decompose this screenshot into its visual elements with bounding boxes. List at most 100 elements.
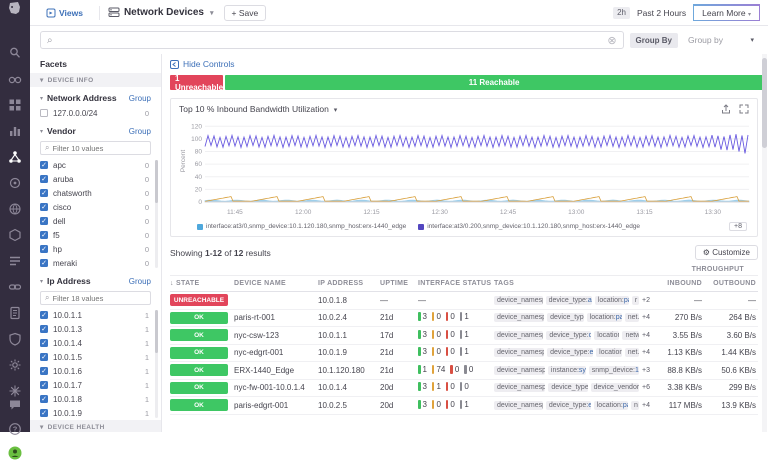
table-row[interactable]: OK paris-rt-001 10.0.2.4 21d 3 0 0 1 device_name… (170, 310, 758, 327)
facet-item[interactable]: ✓ hp 0 (30, 242, 155, 256)
facet-item[interactable]: ✓ dell 0 (30, 214, 155, 228)
network-icon[interactable] (8, 150, 22, 164)
facet-item[interactable]: ✓ 10.0.1.9 1 (30, 406, 155, 420)
fullscreen-icon[interactable] (739, 104, 749, 114)
table-row[interactable]: OK ERX-1440_Edge 10.1.120.180 21d 1 74 0 0 devic… (170, 362, 758, 380)
settings-icon[interactable] (8, 358, 22, 372)
device-name[interactable]: nyc-edgrt-001 (234, 348, 318, 357)
bandwidth-chart[interactable]: 0 20 40 60 80 100 120 Percent 11:45 12:00 12:15 12:… (179, 114, 755, 218)
checkbox[interactable]: ✓ (40, 353, 48, 361)
column-header[interactable]: INTERFACE STATUS (418, 280, 494, 287)
incidents-icon[interactable] (8, 384, 22, 398)
facet-section-header[interactable]: ▾ DEVICE INFO (30, 73, 161, 87)
facet-item[interactable]: ✓ 10.0.1.7 1 (30, 378, 155, 392)
group-link[interactable]: Group (129, 94, 151, 103)
tag-pill[interactable]: location:paris-dc1 (594, 295, 629, 305)
tag-pill[interactable]: device_type:edge-router (547, 348, 594, 358)
facet-filter-input[interactable]: ⌕ (40, 291, 151, 305)
chat-icon[interactable] (8, 398, 22, 412)
tag-pill[interactable]: device_type:firewall (548, 383, 588, 393)
checkbox[interactable]: ✓ (40, 409, 48, 417)
facet-title-network-address[interactable]: ▾ Network Address Group (30, 87, 161, 106)
watchdog-icon[interactable] (8, 72, 22, 86)
checkbox[interactable]: ✓ (40, 395, 48, 403)
page-title-dropdown[interactable]: Network Devices ▾ (108, 7, 214, 18)
tag-pill[interactable]: device_type:edge-router (545, 400, 591, 410)
facet-filter-input[interactable]: ⌕ (40, 141, 151, 155)
tag-pill[interactable]: device_namespace:default (494, 295, 543, 305)
table-row[interactable]: UNREACHABLE 10.0.1.8 — — device_namespace:de… (170, 292, 758, 310)
checkbox[interactable]: ✓ (40, 367, 48, 375)
table-row[interactable]: OK nyc-fw-001-10.0.1.4 10.0.1.4 20d 3 1 0 0 devi… (170, 380, 758, 397)
facet-section-header[interactable]: ▾ DEVICE HEALTH (30, 420, 161, 432)
apm-icon[interactable] (8, 176, 22, 190)
time-range-label[interactable]: Past 2 Hours (637, 8, 686, 18)
tag-pill[interactable]: device_namespace:default (494, 348, 545, 358)
checkbox[interactable]: ✓ (40, 203, 48, 211)
group-link[interactable]: Group (129, 127, 151, 136)
tag-pill[interactable]: net... (624, 348, 639, 358)
checkbox[interactable]: ✓ (40, 189, 48, 197)
tag-pill[interactable]: location:nyc (596, 348, 622, 358)
export-icon[interactable] (721, 104, 731, 114)
device-name[interactable]: nyc-fw-001-10.0.1.4 (234, 383, 318, 392)
facet-title-vendor[interactable]: ▾ Vendor Group (30, 120, 161, 139)
column-header[interactable]: UPTIME (380, 280, 418, 287)
table-row[interactable]: OK nyc-edgrt-001 10.0.1.9 21d 3 0 0 1 device_nam… (170, 345, 758, 362)
more-tags-badge[interactable]: +4 (642, 349, 650, 356)
facet-item[interactable]: ✓ chatsworth 0 (30, 186, 155, 200)
logs-icon[interactable] (8, 254, 22, 268)
tag-pill[interactable]: device_namespace:default (494, 400, 543, 410)
checkbox[interactable]: ✓ (40, 339, 48, 347)
tag-pill[interactable]: location:nyc (594, 330, 620, 340)
tag-pill[interactable]: device_type:router (547, 313, 584, 323)
table-row[interactable]: OK nyc-csw-123 10.0.1.1 17d 3 0 0 1 device_names… (170, 327, 758, 345)
tag-pill[interactable]: device_type:core-switch (546, 330, 592, 340)
notebooks-icon[interactable] (8, 306, 22, 320)
facet-item[interactable]: ✓ f5 0 (30, 228, 155, 242)
tag-pill[interactable]: n (631, 400, 640, 410)
status-segment[interactable]: 1 Unreachable (170, 74, 224, 92)
checkbox[interactable]: ✓ (40, 175, 48, 183)
facet-item[interactable]: ✓ 10.0.1.3 1 (30, 322, 155, 336)
clear-search-icon[interactable]: ⊗ (607, 34, 616, 47)
checkbox[interactable]: ✓ (40, 325, 48, 333)
column-header[interactable]: TAGS (494, 280, 650, 287)
tag-pill[interactable]: net... (624, 313, 639, 323)
save-button[interactable]: + Save (223, 4, 267, 21)
more-tags-badge[interactable]: +4 (642, 332, 650, 339)
legend-overflow-badge[interactable]: +8 (729, 222, 747, 231)
vertical-scrollbar[interactable] (762, 54, 767, 432)
facet-item[interactable]: ✓ 10.0.1.4 1 (30, 336, 155, 350)
legend-item[interactable]: interface:at3/0,snmp_device:10.1.120.180… (197, 223, 406, 230)
facet-item[interactable]: ✓ 10.0.1.8 1 (30, 392, 155, 406)
tag-pill[interactable]: r (631, 295, 640, 305)
tag-pill[interactable]: snmp_device:10.1.120.1... (588, 365, 640, 375)
column-header[interactable]: DEVICE NAME (234, 280, 318, 287)
device-name[interactable]: ERX-1440_Edge (234, 366, 318, 375)
synthetics-icon[interactable] (8, 202, 22, 216)
tag-pill[interactable]: location:paris-dc1 (593, 400, 628, 410)
views-button[interactable]: Views (38, 8, 91, 18)
tag-pill[interactable]: netw... (622, 330, 640, 340)
checkbox[interactable]: ✓ (40, 311, 48, 319)
metrics-icon[interactable] (8, 124, 22, 138)
column-header[interactable]: INBOUND (650, 280, 702, 287)
facet-item[interactable]: ✓ meraki 0 (30, 256, 155, 270)
checkbox[interactable]: ✓ (40, 231, 48, 239)
dashboards-icon[interactable] (8, 98, 22, 112)
facet-item[interactable]: ✓ cisco 0 (30, 200, 155, 214)
device-name[interactable]: paris-rt-001 (234, 313, 318, 322)
help-icon[interactable]: ? (8, 422, 22, 436)
chart-title-dropdown[interactable]: Top 10 % Inbound Bandwidth Utilization ▾ (179, 104, 337, 114)
tag-pill[interactable]: device_namespace:default (494, 365, 545, 375)
facet-item[interactable]: ✓ aruba 0 (30, 172, 155, 186)
datadog-logo[interactable] (0, 0, 30, 18)
learn-more-button[interactable]: Learn More ▾ (693, 4, 760, 21)
checkbox[interactable]: ✓ (40, 245, 48, 253)
more-tags-badge[interactable]: +6 (642, 384, 650, 391)
scrollbar-thumb[interactable] (762, 58, 767, 148)
infrastructure-icon[interactable] (8, 228, 22, 242)
facet-item[interactable]: ✓ 10.0.1.1 1 (30, 308, 155, 322)
group-by-dropdown[interactable]: Group by ▾ (684, 32, 758, 48)
